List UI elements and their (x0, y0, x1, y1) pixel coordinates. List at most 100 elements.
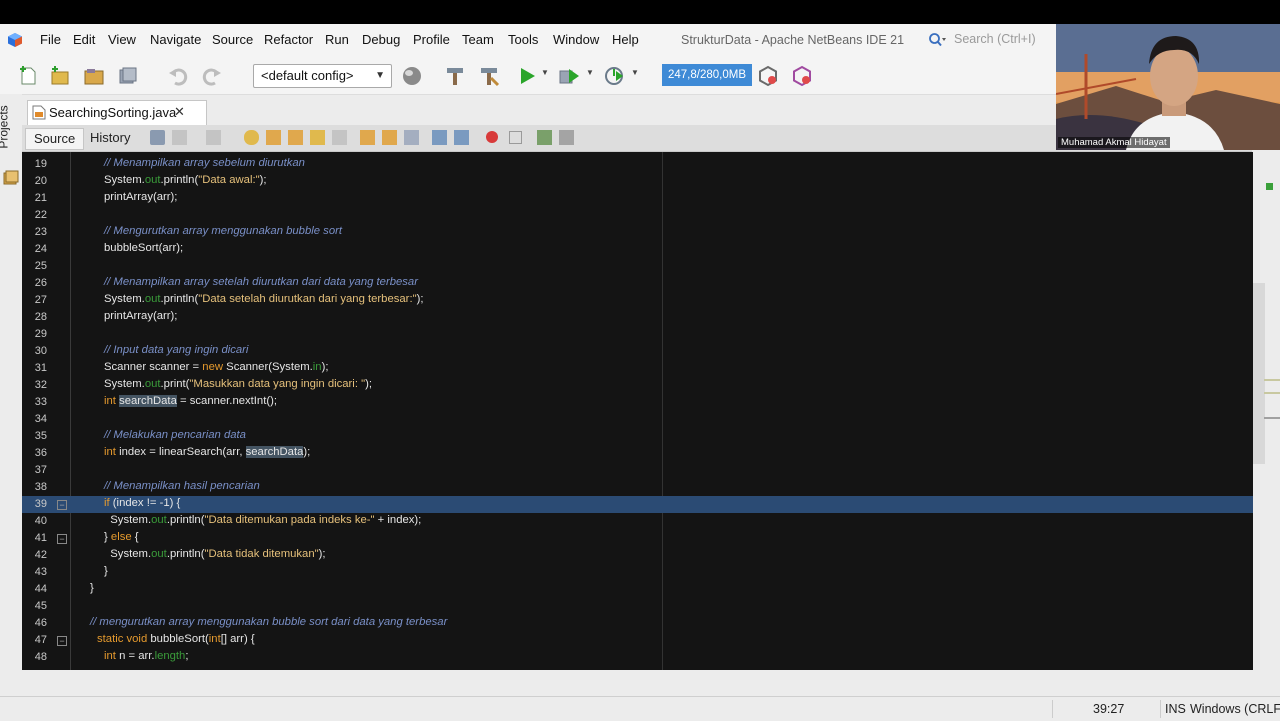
previous-bookmark-icon[interactable] (360, 130, 375, 145)
code-line[interactable]: 21 printArray(arr); (22, 190, 1253, 207)
menu-team[interactable]: Team (462, 32, 494, 47)
menu-refactor[interactable]: Refactor (264, 32, 313, 47)
start-macro-icon[interactable] (486, 131, 498, 143)
code-line[interactable]: 19 // Menampilkan array sebelum diurutkan (22, 156, 1253, 173)
search-input[interactable]: Search (Ctrl+I) (954, 32, 1036, 46)
fold-toggle-icon[interactable]: − (57, 534, 67, 544)
line-ending[interactable]: Windows (CRLF) (1190, 702, 1280, 716)
fold-toggle-icon[interactable]: − (57, 636, 67, 646)
code-line[interactable]: 24 bubbleSort(arr); (22, 241, 1253, 258)
debug-icon[interactable] (558, 65, 580, 87)
profiler-attach-icon[interactable] (791, 65, 813, 87)
code-text: int index = linearSearch(arr, searchData… (104, 446, 311, 458)
code-line[interactable]: 30 // Input data yang ingin dicari (22, 343, 1253, 360)
code-line[interactable]: 36 int index = linearSearch(arr, searchDa… (22, 445, 1253, 462)
code-line[interactable]: 35 // Melakukan pencarian data (22, 428, 1253, 445)
memory-indicator[interactable]: 247,8/280,0MB (662, 64, 752, 86)
code-line[interactable]: 41−} else { (22, 530, 1253, 547)
code-line[interactable]: 45 (22, 598, 1253, 615)
code-line[interactable]: 25 (22, 258, 1253, 275)
code-line[interactable]: 44} (22, 581, 1253, 598)
webcam-overlay: Muhamad Akmal Hidayat (1056, 24, 1280, 150)
comment-icon[interactable] (537, 130, 552, 145)
chevron-down-icon: ▼ (375, 70, 385, 81)
search-icon[interactable] (928, 32, 946, 48)
menu-edit[interactable]: Edit (73, 32, 95, 47)
tab-source[interactable]: Source (25, 128, 85, 150)
code-line[interactable]: 31 Scanner scanner = new Scanner(System.i… (22, 360, 1253, 377)
new-file-icon[interactable] (17, 65, 39, 87)
save-all-icon[interactable] (117, 65, 139, 87)
stop-macro-icon[interactable] (509, 131, 522, 144)
menu-run[interactable]: Run (325, 32, 349, 47)
browser-globe-icon[interactable] (401, 65, 423, 87)
file-tab[interactable]: SearchingSorting.java ✕ (27, 100, 207, 125)
annotation-mark[interactable] (1264, 379, 1280, 381)
build-hammer-icon[interactable] (444, 65, 466, 87)
code-line[interactable]: 42 System.out.println("Data tidak ditemu… (22, 547, 1253, 564)
code-line[interactable]: 38 // Menampilkan hasil pencarian (22, 479, 1253, 496)
menu-view[interactable]: View (108, 32, 136, 47)
code-line[interactable]: 37 (22, 462, 1253, 479)
find-icon[interactable] (244, 130, 259, 145)
run-dropdown-icon[interactable]: ▼ (541, 68, 549, 77)
menu-navigate[interactable]: Navigate (150, 32, 201, 47)
shift-right-icon[interactable] (454, 130, 469, 145)
gc-icon[interactable] (757, 65, 779, 87)
find-next-icon[interactable] (288, 130, 303, 145)
files-panel-icon[interactable] (3, 170, 19, 186)
code-line[interactable]: 34 (22, 411, 1253, 428)
next-bookmark-icon[interactable] (382, 130, 397, 145)
code-line[interactable]: 33 int searchData = scanner.nextInt(); (22, 394, 1253, 411)
toggle-highlight-icon[interactable] (310, 130, 325, 145)
toggle-rect-select-icon[interactable] (332, 130, 347, 145)
redo-icon[interactable] (201, 65, 223, 87)
uncomment-icon[interactable] (559, 130, 574, 145)
debug-dropdown-icon[interactable]: ▼ (586, 68, 594, 77)
menu-tools[interactable]: Tools (508, 32, 538, 47)
shift-left-icon[interactable] (432, 130, 447, 145)
code-line[interactable]: 48 int n = arr.length; (22, 649, 1253, 666)
code-line[interactable]: 46 // mengurutkan array menggunakan bubbl… (22, 615, 1253, 632)
menu-debug[interactable]: Debug (362, 32, 400, 47)
tab-history[interactable]: History (82, 128, 138, 148)
menu-source[interactable]: Source (212, 32, 253, 47)
code-line[interactable]: 47− static void bubbleSort(int[] arr) { (22, 632, 1253, 649)
close-icon[interactable]: ✕ (174, 104, 185, 120)
last-edit-icon[interactable] (150, 130, 165, 145)
scrollbar-thumb[interactable] (1253, 283, 1265, 464)
menu-profile[interactable]: Profile (413, 32, 450, 47)
run-icon[interactable] (516, 65, 538, 87)
undo-icon[interactable] (167, 65, 189, 87)
annotation-mark[interactable] (1264, 392, 1280, 394)
code-line[interactable]: 39− if (index != -1) { (22, 496, 1253, 513)
code-line[interactable]: 43} (22, 564, 1253, 581)
forward-icon[interactable] (206, 130, 221, 145)
toggle-bookmark-icon[interactable] (404, 130, 419, 145)
code-line[interactable]: 29 (22, 326, 1253, 343)
menu-help[interactable]: Help (612, 32, 639, 47)
fold-toggle-icon[interactable]: − (57, 500, 67, 510)
clean-build-icon[interactable] (478, 65, 500, 87)
code-text: static void bubbleSort(int[] arr) { (97, 633, 255, 645)
code-line[interactable]: 22 (22, 207, 1253, 224)
back-icon[interactable] (172, 130, 187, 145)
profile-dropdown-icon[interactable]: ▼ (631, 68, 639, 77)
projects-tab[interactable]: Projects (0, 105, 11, 148)
menu-window[interactable]: Window (553, 32, 599, 47)
code-line[interactable]: 40 System.out.println("Data ditemukan pa… (22, 513, 1253, 530)
code-line[interactable]: 32 System.out.print("Masukkan data yang i… (22, 377, 1253, 394)
menu-file[interactable]: File (40, 32, 61, 47)
code-editor[interactable]: 19 // Menampilkan array sebelum diurutkan… (22, 152, 1253, 670)
code-line[interactable]: 26 // Menampilkan array setelah diurutkan… (22, 275, 1253, 292)
code-line[interactable]: 20 System.out.println("Data awal:"); (22, 173, 1253, 190)
config-dropdown[interactable]: <default config> ▼ (253, 64, 392, 88)
new-project-icon[interactable] (49, 65, 71, 87)
code-line[interactable]: 27 System.out.println("Data setelah diuru… (22, 292, 1253, 309)
code-line[interactable]: 23 // Mengurutkan array menggunakan bubbl… (22, 224, 1253, 241)
code-line[interactable]: 28 printArray(arr); (22, 309, 1253, 326)
annotation-mark[interactable] (1264, 417, 1280, 419)
open-project-icon[interactable] (83, 65, 105, 87)
profile-icon[interactable] (603, 65, 625, 87)
find-previous-icon[interactable] (266, 130, 281, 145)
